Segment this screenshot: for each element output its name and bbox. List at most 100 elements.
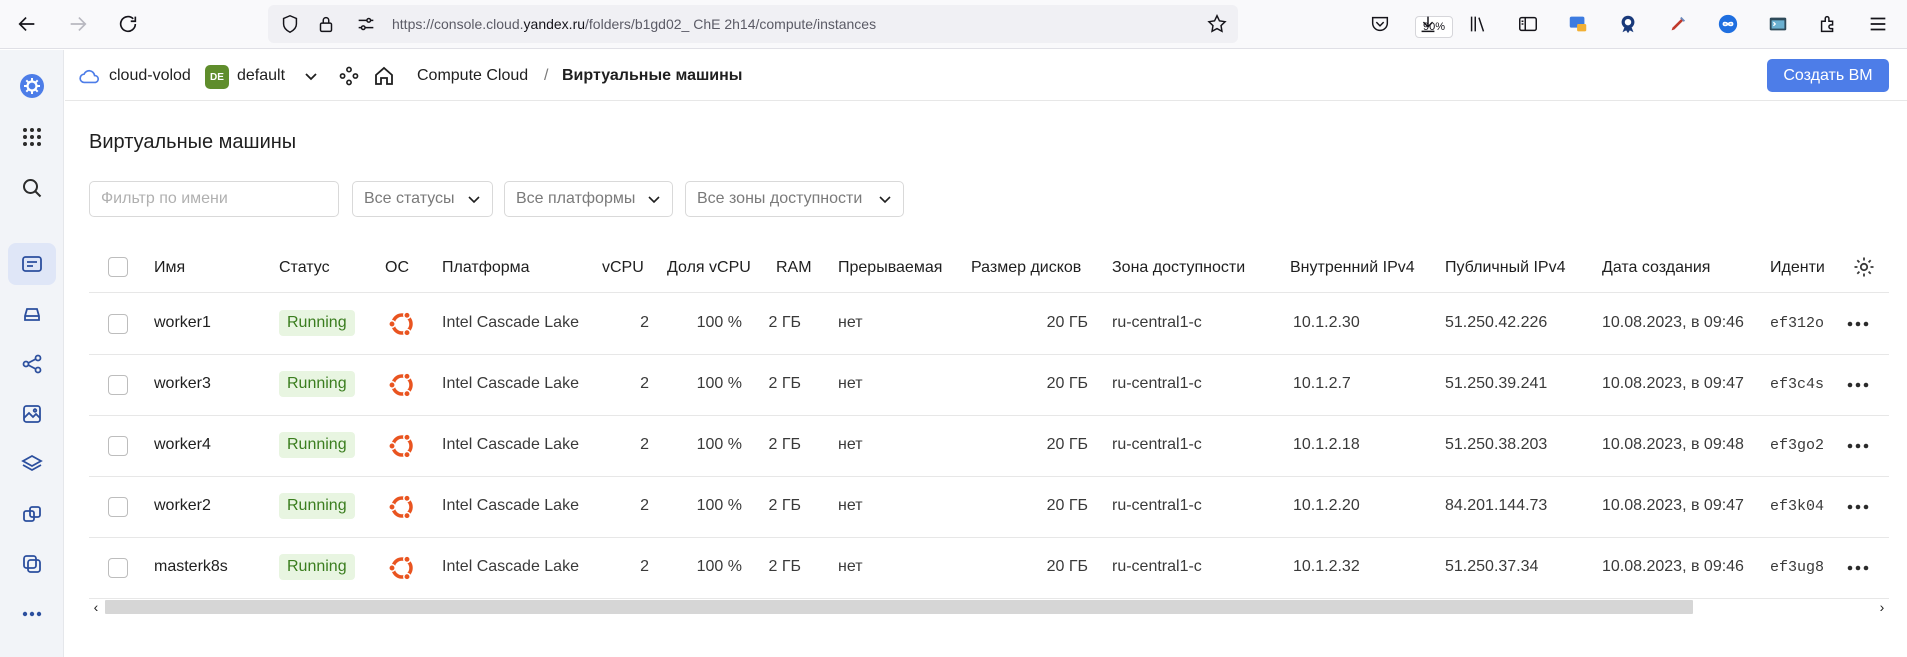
vm-zone: ru-central1-c — [1112, 558, 1202, 575]
row-actions-icon[interactable] — [1845, 314, 1871, 334]
row-checkbox[interactable] — [108, 375, 128, 395]
folder-selector[interactable]: default — [237, 67, 285, 85]
table-row[interactable]: masterk8s Running Intel Cascade Lake 2 1… — [89, 538, 1889, 599]
vm-id[interactable]: ef3c4s — [1770, 376, 1826, 393]
forward-icon[interactable] — [64, 10, 92, 38]
lock-icon[interactable] — [312, 10, 340, 38]
column-os[interactable]: ОС — [385, 259, 409, 277]
vm-ipv4-public[interactable]: 51.250.39.241 — [1445, 375, 1547, 393]
vm-ipv4-public[interactable]: 51.250.37.34 — [1445, 558, 1538, 576]
scrollbar-thumb[interactable] — [105, 600, 1693, 614]
vm-ipv4-public[interactable]: 84.201.144.73 — [1445, 497, 1547, 515]
shield-icon[interactable] — [276, 10, 304, 38]
vm-id[interactable]: ef3ug8 — [1770, 559, 1826, 576]
vm-platform: Intel Cascade Lake — [442, 558, 579, 575]
column-preemptible[interactable]: Прерываемая — [838, 259, 942, 277]
snapshots-icon[interactable] — [8, 493, 56, 535]
vm-created: 10.08.2023, в 09:46 — [1602, 558, 1744, 575]
extension-pen-icon[interactable] — [1664, 10, 1692, 38]
more-services-icon[interactable] — [8, 593, 56, 635]
reload-icon[interactable] — [114, 10, 142, 38]
vm-name[interactable]: masterk8s — [154, 558, 228, 576]
permissions-icon[interactable] — [352, 10, 380, 38]
column-ipv4-internal[interactable]: Внутренний IPv4 — [1290, 259, 1415, 277]
services-grid-icon[interactable] — [8, 116, 56, 158]
service-map-icon[interactable] — [338, 65, 360, 87]
cloud-selector[interactable]: cloud-volod — [109, 67, 191, 85]
table-row[interactable]: worker1 Running Intel Cascade Lake 2 100… — [89, 294, 1889, 355]
row-actions-icon[interactable] — [1845, 497, 1871, 517]
address-bar[interactable]: https://console.cloud.yandex.ru/folders/… — [268, 5, 1454, 43]
scroll-left-icon[interactable]: ‹ — [89, 597, 103, 617]
column-id[interactable]: Иденти — [1770, 259, 1828, 277]
column-platform[interactable]: Платформа — [442, 259, 530, 277]
extension-terminal-icon[interactable] — [1764, 10, 1792, 38]
row-actions-icon[interactable] — [1845, 558, 1871, 578]
extension-badge-icon[interactable] — [1614, 10, 1642, 38]
vm-ipv4-internal: 10.1.2.32 — [1293, 558, 1360, 575]
vm-name[interactable]: worker1 — [154, 314, 211, 332]
status-filter-select[interactable]: Все статусы — [352, 181, 493, 217]
vm-instances-icon[interactable] — [8, 243, 56, 285]
create-vm-button[interactable]: Создать ВМ — [1767, 59, 1889, 92]
extension-screen-icon[interactable] — [1564, 10, 1592, 38]
table-row[interactable]: worker3 Running Intel Cascade Lake 2 100… — [89, 355, 1889, 416]
table-row[interactable]: worker4 Running Intel Cascade Lake 2 100… — [89, 416, 1889, 477]
column-status[interactable]: Статус — [279, 259, 330, 277]
vm-name[interactable]: worker4 — [154, 436, 211, 454]
vm-name[interactable]: worker3 — [154, 375, 211, 393]
back-icon[interactable] — [13, 10, 41, 38]
search-icon[interactable] — [8, 167, 56, 209]
row-checkbox[interactable] — [108, 497, 128, 517]
disks-icon[interactable] — [8, 293, 56, 335]
vm-id[interactable]: ef3k04 — [1770, 498, 1826, 515]
column-zone[interactable]: Зона доступности — [1112, 259, 1245, 277]
sidebar-toggle-icon[interactable] — [1514, 10, 1542, 38]
bookmark-star-icon[interactable] — [1203, 10, 1231, 38]
name-filter-input[interactable] — [89, 181, 339, 217]
vm-name[interactable]: worker2 — [154, 497, 211, 515]
downloads-icon[interactable] — [1414, 10, 1442, 38]
column-vcpu-share[interactable]: Доля vCPU — [667, 259, 751, 277]
page-title: Виртуальные машины — [89, 131, 297, 153]
vm-ipv4-public[interactable]: 51.250.42.226 — [1445, 314, 1547, 332]
platform-filter-select[interactable]: Все платформы — [504, 181, 673, 217]
home-icon[interactable] — [372, 64, 396, 88]
vm-ram: 2 ГБ — [768, 375, 801, 392]
network-icon[interactable] — [8, 343, 56, 385]
chevron-down-icon[interactable] — [303, 70, 319, 84]
images-icon[interactable] — [8, 393, 56, 435]
menu-hamburger-icon[interactable] — [1864, 10, 1892, 38]
zone-filter-select[interactable]: Все зоны доступности — [685, 181, 904, 217]
vm-id[interactable]: ef312o — [1770, 315, 1826, 332]
library-icon[interactable] — [1464, 10, 1492, 38]
table-horizontal-scrollbar[interactable]: ‹ › — [89, 597, 1889, 617]
table-header: Имя Статус ОС Платформа vCPU Доля vCPU R… — [89, 243, 1889, 293]
vm-id[interactable]: ef3go2 — [1770, 437, 1826, 454]
layers-icon[interactable] — [8, 443, 56, 485]
row-actions-icon[interactable] — [1845, 436, 1871, 456]
column-ipv4-public[interactable]: Публичный IPv4 — [1445, 259, 1565, 277]
row-checkbox[interactable] — [108, 558, 128, 578]
column-ram[interactable]: RAM — [776, 259, 812, 277]
url-text[interactable]: https://console.cloud.yandex.ru/folders/… — [392, 16, 876, 32]
extensions-puzzle-icon[interactable] — [1814, 10, 1842, 38]
row-actions-icon[interactable] — [1845, 375, 1871, 395]
gear-icon[interactable] — [1852, 255, 1876, 279]
scroll-right-icon[interactable]: › — [1875, 597, 1889, 617]
instance-groups-icon[interactable] — [8, 543, 56, 585]
column-vcpu[interactable]: vCPU — [602, 259, 644, 277]
table-row[interactable]: worker2 Running Intel Cascade Lake 2 100… — [89, 477, 1889, 538]
extension-infinity-icon[interactable] — [1714, 10, 1742, 38]
column-created[interactable]: Дата создания — [1602, 259, 1710, 277]
vm-ipv4-public[interactable]: 51.250.38.203 — [1445, 436, 1547, 454]
column-name[interactable]: Имя — [154, 259, 185, 277]
compute-logo-icon[interactable] — [8, 65, 56, 107]
breadcrumb-service[interactable]: Compute Cloud — [417, 67, 528, 85]
vm-created: 10.08.2023, в 09:48 — [1602, 436, 1744, 453]
pocket-icon[interactable] — [1366, 10, 1394, 38]
select-all-checkbox[interactable] — [108, 257, 128, 277]
row-checkbox[interactable] — [108, 436, 128, 456]
row-checkbox[interactable] — [108, 314, 128, 334]
column-disk-size[interactable]: Размер дисков — [971, 259, 1081, 277]
